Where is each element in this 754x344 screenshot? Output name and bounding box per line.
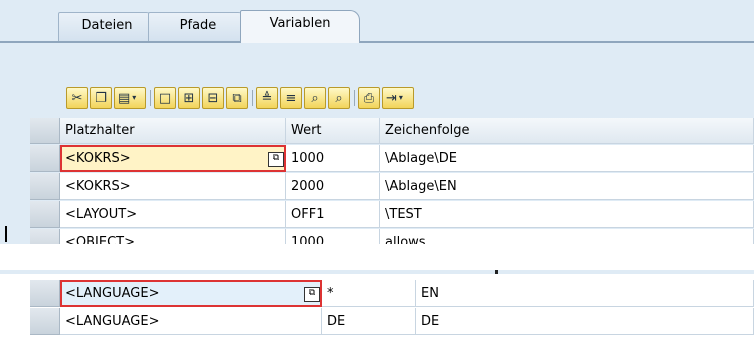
print-icon[interactable]: ⎙ bbox=[358, 87, 380, 109]
language-variables-window: <LANGUAGE> ⧉ * EN <LANGUAGE> DE DE bbox=[0, 270, 754, 344]
grid-toolbar: ✂ ❐ ▤ ▾ □ ⊞ ⊟ ⧉ ≜ ≡ ⌕ ⌕ ⎙ ⇥ ▾ bbox=[66, 84, 416, 112]
placeholder-value: <LANGUAGE> bbox=[65, 286, 160, 301]
tab-dateien[interactable]: Dateien bbox=[58, 12, 156, 41]
tab-divider bbox=[0, 41, 754, 43]
table-row: <OBJECT> 1000 allows bbox=[30, 229, 754, 244]
value-help-icon[interactable]: ⧉ bbox=[268, 152, 284, 167]
duplicate-row-icon[interactable]: ⧉ bbox=[226, 87, 248, 109]
window-edge bbox=[0, 270, 754, 274]
table-row: <KOKRS> ⧉ 1000 \Ablage\DE bbox=[30, 145, 754, 173]
string-cell[interactable]: \Ablage\DE bbox=[380, 145, 754, 172]
new-row-icon[interactable]: □ bbox=[154, 87, 176, 109]
find-next-icon[interactable]: ⌕ bbox=[328, 87, 350, 109]
insert-row-icon[interactable]: ⊞ bbox=[178, 87, 200, 109]
value-cell[interactable]: 1000 bbox=[286, 145, 380, 172]
string-cell[interactable]: EN bbox=[416, 280, 754, 307]
tab-strip: Dateien Pfade Variablen bbox=[0, 0, 754, 44]
column-header-wert[interactable]: Wert bbox=[286, 118, 380, 144]
tab-variablen[interactable]: Variablen bbox=[240, 10, 360, 43]
table-row: <KOKRS> 2000 \Ablage\EN bbox=[30, 173, 754, 201]
cut-icon[interactable]: ✂ bbox=[66, 87, 88, 109]
row-selector[interactable] bbox=[30, 145, 60, 172]
value-cell[interactable]: 2000 bbox=[286, 173, 380, 200]
filter-icon[interactable]: ≡ bbox=[280, 87, 302, 109]
placeholder-cell[interactable]: <KOKRS> bbox=[60, 173, 286, 200]
select-all-icon[interactable] bbox=[30, 118, 60, 144]
table-row: <LAYOUT> OFF1 \TEST bbox=[30, 201, 754, 229]
delete-row-icon[interactable]: ⊟ bbox=[202, 87, 224, 109]
placeholder-cell[interactable]: <KOKRS> ⧉ bbox=[60, 145, 286, 172]
string-cell[interactable]: allows bbox=[380, 229, 754, 244]
placeholder-cell[interactable]: <LANGUAGE> bbox=[60, 308, 322, 335]
find-icon[interactable]: ⌕ bbox=[304, 87, 326, 109]
value-cell[interactable]: 1000 bbox=[286, 229, 380, 244]
column-header-platzhalter[interactable]: Platzhalter bbox=[60, 118, 286, 144]
row-selector[interactable] bbox=[30, 173, 60, 200]
toolbar-separator bbox=[250, 87, 256, 109]
value-cell[interactable]: DE bbox=[322, 308, 416, 335]
toolbar-separator bbox=[148, 87, 154, 109]
value-cell[interactable]: * bbox=[322, 280, 416, 307]
paste-icon[interactable]: ▤ ▾ bbox=[114, 87, 146, 109]
string-cell[interactable]: \TEST bbox=[380, 201, 754, 228]
placeholder-cell[interactable]: <LANGUAGE> ⧉ bbox=[60, 280, 322, 307]
sort-ascending-icon[interactable]: ≜ bbox=[256, 87, 278, 109]
placeholder-cell[interactable]: <OBJECT> bbox=[60, 229, 286, 244]
tab-pfade[interactable]: Pfade bbox=[148, 12, 248, 41]
value-cell[interactable]: OFF1 bbox=[286, 201, 380, 228]
row-selector[interactable] bbox=[30, 229, 60, 244]
table-row: <LANGUAGE> DE DE bbox=[30, 308, 754, 336]
placeholder-cell[interactable]: <LAYOUT> bbox=[60, 201, 286, 228]
text-cursor bbox=[5, 226, 7, 242]
value-help-icon[interactable]: ⧉ bbox=[304, 287, 320, 302]
toolbar-separator bbox=[352, 87, 358, 109]
copy-icon[interactable]: ❐ bbox=[90, 87, 112, 109]
string-cell[interactable]: \Ablage\EN bbox=[380, 173, 754, 200]
row-selector[interactable] bbox=[30, 280, 60, 307]
table-row: <LANGUAGE> ⧉ * EN bbox=[30, 280, 754, 308]
row-selector[interactable] bbox=[30, 308, 60, 335]
column-divider-mark bbox=[495, 270, 498, 274]
row-selector[interactable] bbox=[30, 201, 60, 228]
column-header-zeichenfolge[interactable]: Zeichenfolge bbox=[380, 118, 754, 144]
string-cell[interactable]: DE bbox=[416, 308, 754, 335]
grid-header: Platzhalter Wert Zeichenfolge bbox=[30, 118, 754, 146]
variables-window: Dateien Pfade Variablen ✂ ❐ ▤ ▾ □ ⊞ ⊟ ⧉ ≜… bbox=[0, 0, 754, 244]
export-icon[interactable]: ⇥ ▾ bbox=[382, 87, 414, 109]
placeholder-value: <KOKRS> bbox=[65, 151, 131, 166]
